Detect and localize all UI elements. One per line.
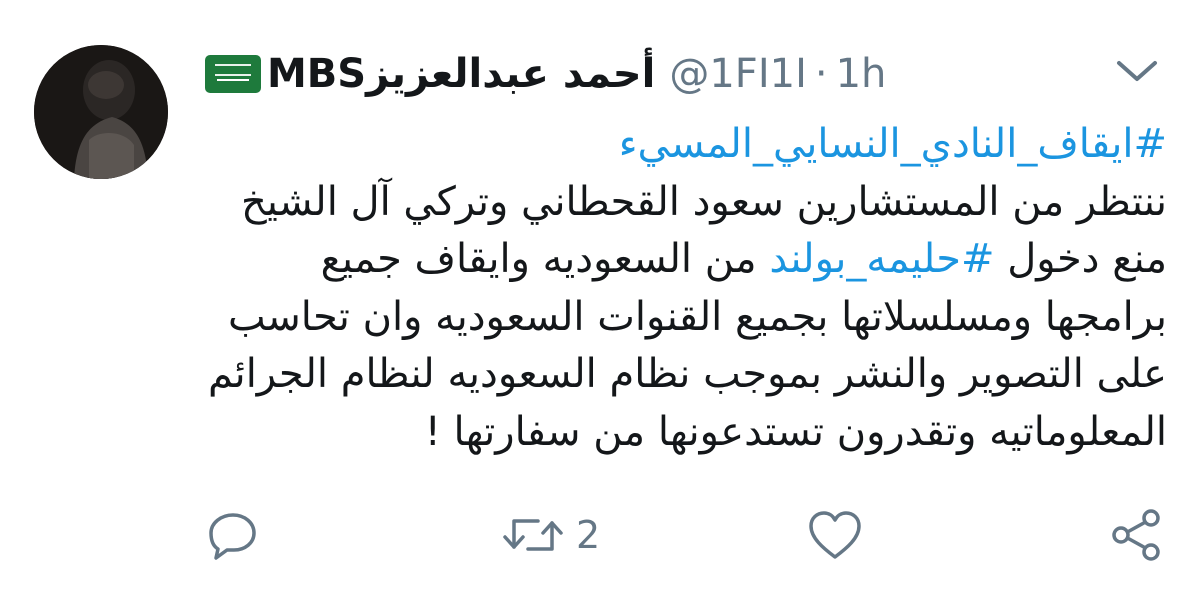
tweet-line: المعلوماتيه وتقدرون تستدعونها من سفارتها… <box>424 408 1167 455</box>
saudi-flag-icon <box>205 55 261 93</box>
separator-dot: · <box>814 51 828 97</box>
reply-button[interactable] <box>205 500 261 570</box>
tweet-line: ننتظر من المستشارين سعود القحطاني وتركي … <box>240 178 1167 225</box>
retweet-icon <box>503 519 563 551</box>
display-name[interactable]: أحمد عبدالعزيزMBS <box>267 51 655 97</box>
avatar-image <box>34 45 168 179</box>
tweet-timestamp[interactable]: 1h <box>836 51 887 97</box>
avatar[interactable] <box>34 45 168 179</box>
tweet-text: #ايقاف_النادي_النسايي_المسيء ننتظر من ال… <box>205 116 1167 461</box>
user-handle[interactable]: @1FI1I <box>669 51 807 97</box>
share-icon <box>1112 509 1160 561</box>
chevron-down-icon[interactable] <box>1112 56 1162 86</box>
tweet-text-segment: من السعوديه وايقاف جميع <box>320 236 770 282</box>
heart-icon <box>809 511 861 559</box>
tweet-line: على التصوير والنشر بموجب نظام السعوديه ل… <box>207 351 1167 397</box>
tweet-header: أحمد عبدالعزيزMBS @1FI1I · 1h <box>205 44 886 104</box>
reply-icon <box>209 513 256 560</box>
tweet-line: برامجها ومسلسلاتها بجميع القنوات السعودي… <box>227 293 1167 340</box>
share-button[interactable] <box>1108 500 1166 570</box>
hashtag-link[interactable]: #حليمه_بولند <box>769 236 994 282</box>
hashtag-link[interactable]: #ايقاف_النادي_النسايي_المسيء <box>619 121 1167 167</box>
tweet-line: منع دخول #حليمه_بولند من السعوديه وايقاف… <box>205 231 1167 289</box>
tweet-line: #ايقاف_النادي_النسايي_المسيء <box>205 116 1167 174</box>
tweet-actions: 2 <box>0 500 1200 570</box>
tweet-text-segment: منع دخول <box>994 236 1167 282</box>
retweet-button[interactable]: 2 <box>500 500 600 570</box>
like-button[interactable] <box>805 500 865 570</box>
retweet-count: 2 <box>576 513 601 557</box>
